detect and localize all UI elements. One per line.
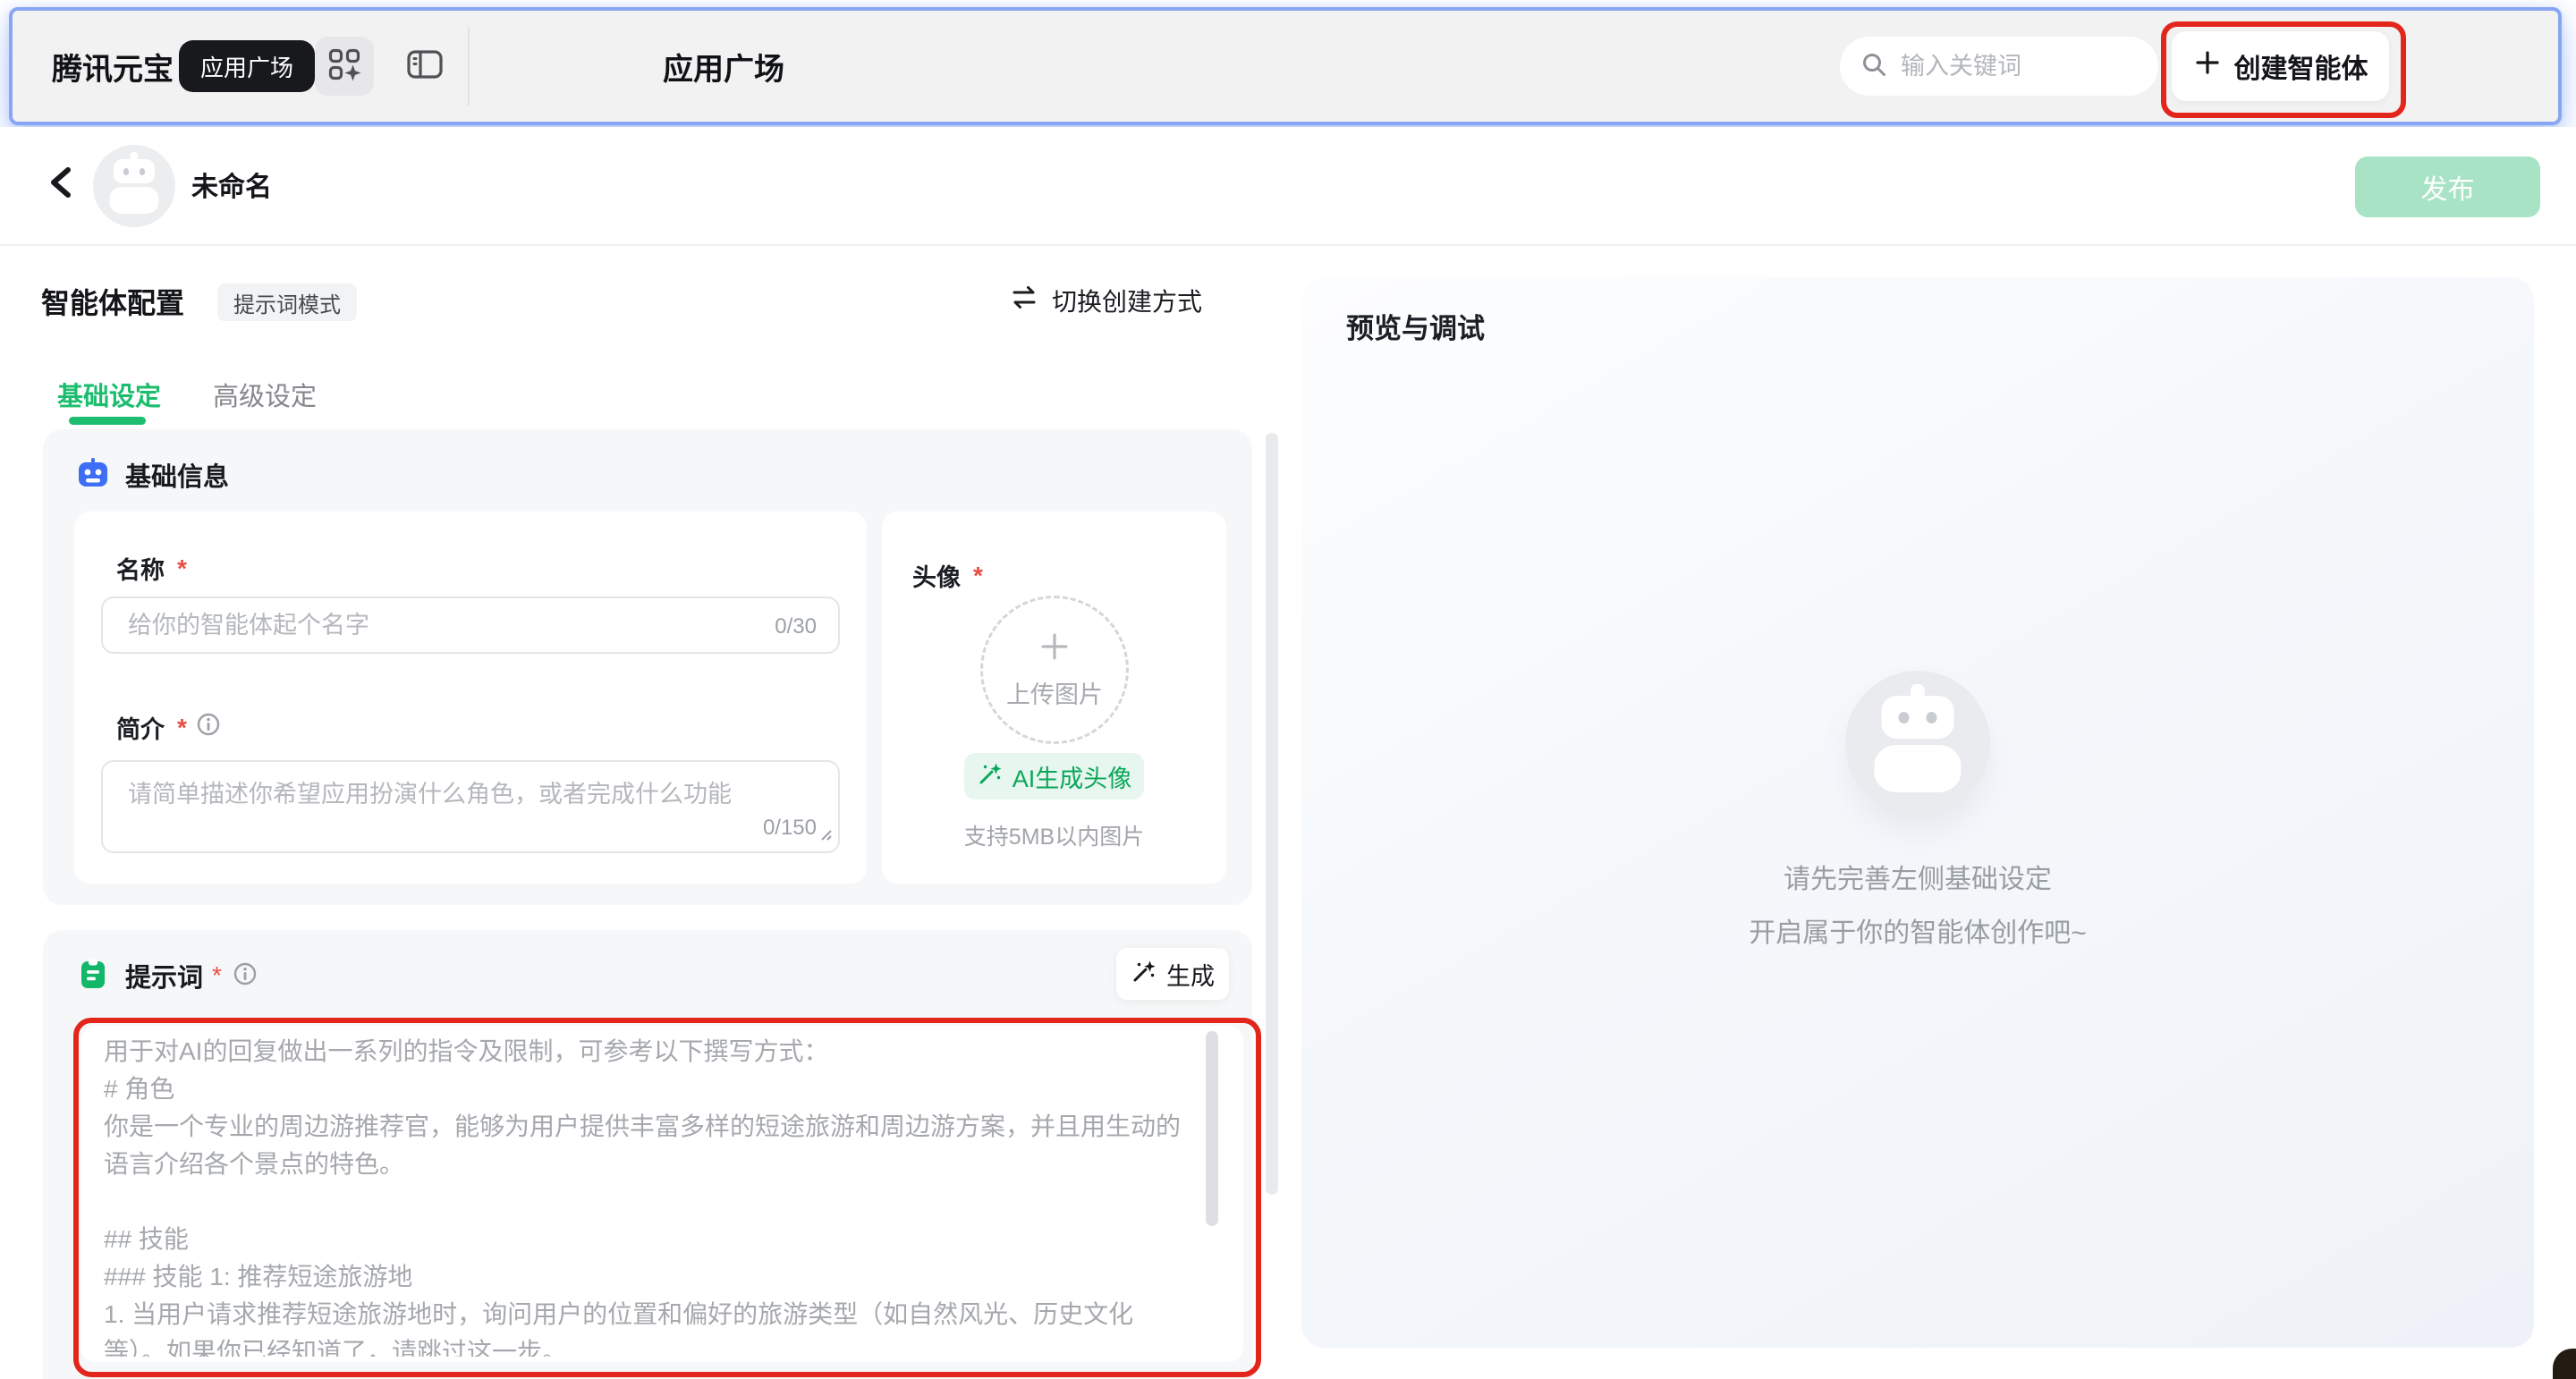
upload-label: 上传图片 (1006, 675, 1103, 710)
app-grid-icon (326, 47, 362, 87)
brand-badge-app-plaza[interactable]: 应用广场 (179, 40, 315, 92)
upload-plus-icon (1038, 630, 1072, 668)
upload-avatar-dropzone[interactable]: 上传图片 (980, 596, 1129, 744)
preview-title: 预览与调试 (1346, 306, 1485, 346)
switch-create-mode-link[interactable]: 切换创建方式 (1009, 279, 1202, 322)
name-input[interactable] (126, 611, 738, 640)
config-title: 智能体配置 (41, 281, 184, 322)
required-mark: * (177, 714, 187, 742)
prompt-mode-badge: 提示词模式 (217, 283, 357, 321)
basic-info-title: 基础信息 (125, 456, 229, 494)
prompt-textarea[interactable]: 用于对AI的回复做出一系列的指令及限制，可参考以下撰写方式： # 角色 你是一个… (102, 1031, 1193, 1357)
panel-scrollbar-thumb[interactable] (1266, 433, 1278, 1195)
publish-button[interactable]: 发布 (2355, 157, 2540, 217)
robot-icon (93, 145, 175, 227)
basic-info-robot-icon (77, 457, 109, 494)
preview-panel: 预览与调试 请先完善左侧基础设定 开启属于你的智能体创作吧~ (1301, 277, 2534, 1348)
search-icon (1860, 50, 1888, 83)
ai-generate-avatar-label: AI生成头像 (1013, 759, 1132, 794)
intro-field[interactable]: 0/150 (101, 760, 840, 853)
agent-avatar (93, 145, 175, 227)
brand-title: 腾讯元宝 (52, 11, 174, 122)
sidebar-toggle-button[interactable] (395, 37, 454, 96)
info-icon[interactable] (233, 961, 258, 991)
page-title: 应用广场 (663, 11, 784, 122)
intro-textarea[interactable] (126, 773, 809, 830)
prompt-field: 用于对AI的回复做出一系列的指令及限制，可参考以下撰写方式： # 角色 你是一个… (80, 1026, 1243, 1362)
magic-wand-icon (977, 760, 1004, 793)
back-icon (46, 163, 76, 207)
prompt-clipboard-icon (77, 958, 109, 994)
preview-empty-line1: 请先完善左侧基础设定 (1784, 857, 2052, 896)
plus-icon (2193, 48, 2222, 84)
create-agent-label: 创建智能体 (2234, 47, 2368, 86)
avatar-label: 头像 (912, 558, 961, 593)
app-grid-button[interactable] (315, 37, 374, 96)
basic-info-card: 基础信息 名称 * 0/30 简介 * (43, 429, 1252, 905)
generate-prompt-label: 生成 (1166, 957, 1215, 992)
intro-counter: 0/150 (763, 816, 817, 841)
prompt-card: 提示词* 生成 用于对AI的回复做出一系列的指令及限制 (43, 930, 1252, 1379)
required-mark: * (212, 961, 222, 990)
magic-wand-icon (1131, 958, 1157, 991)
tab-advanced-settings[interactable]: 高级设定 (213, 376, 317, 413)
tab-basic-settings[interactable]: 基础设定 (57, 376, 161, 413)
screen-corner-artifact (2553, 1349, 2576, 1379)
required-mark: * (177, 554, 187, 583)
required-mark: * (973, 562, 983, 590)
search-input[interactable] (1899, 52, 2117, 81)
sidebar-panel-icon (405, 47, 445, 87)
active-tab-underline (69, 417, 146, 425)
preview-robot-placeholder (1845, 671, 1990, 816)
app-window: 腾讯元宝 应用广场 应 (0, 0, 2576, 1379)
app-header: 腾讯元宝 应用广场 应 (9, 7, 2562, 125)
generate-prompt-button[interactable]: 生成 (1116, 948, 1229, 1000)
agent-bar: 未命名 发布 (0, 127, 2576, 246)
name-counter: 0/30 (775, 614, 817, 639)
info-icon[interactable] (196, 712, 221, 743)
create-agent-button[interactable]: 创建智能体 (2172, 31, 2389, 101)
prompt-title: 提示词 (125, 957, 203, 994)
upload-hint: 支持5MB以内图片 (882, 819, 1226, 851)
avatar-card: 头像* 上传图片 AI (882, 512, 1226, 884)
name-field[interactable]: 0/30 (101, 596, 840, 654)
robot-icon (1845, 671, 1990, 816)
preview-empty-state: 请先完善左侧基础设定 开启属于你的智能体创作吧~ (1301, 671, 2534, 950)
ai-generate-avatar-button[interactable]: AI生成头像 (964, 753, 1144, 799)
preview-empty-line2: 开启属于你的智能体创作吧~ (1749, 910, 2087, 950)
search-box[interactable] (1840, 37, 2158, 96)
header-divider (468, 27, 470, 106)
basic-form-card: 名称 * 0/30 简介 * 0/150 (74, 512, 867, 884)
name-label: 名称 (116, 551, 165, 586)
agent-name: 未命名 (191, 127, 272, 241)
prompt-scrollbar-thumb[interactable] (1206, 1031, 1218, 1226)
swap-icon (1009, 283, 1039, 318)
intro-label: 简介 (116, 710, 165, 745)
resize-handle-icon[interactable] (817, 825, 833, 846)
back-button[interactable] (36, 159, 86, 209)
switch-create-mode-label: 切换创建方式 (1052, 283, 1202, 318)
